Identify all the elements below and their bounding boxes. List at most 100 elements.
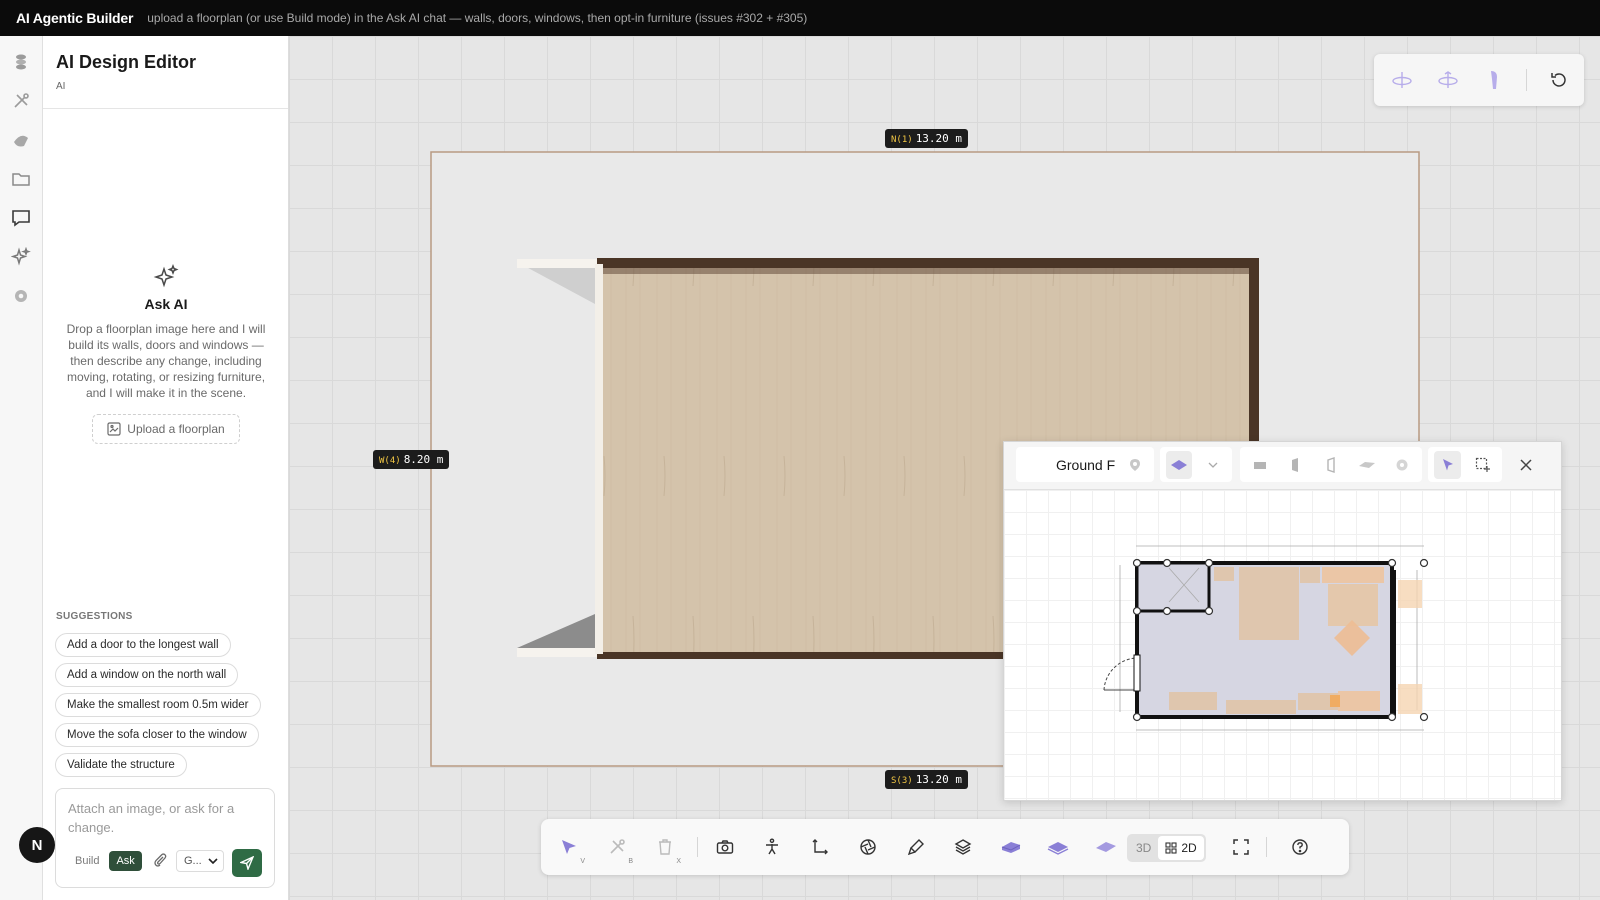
chat-icon[interactable] bbox=[10, 207, 32, 229]
close-icon[interactable] bbox=[1513, 452, 1539, 478]
window-tool-icon[interactable] bbox=[1317, 451, 1345, 479]
help-button[interactable] bbox=[1286, 833, 1314, 861]
view-3d-button[interactable]: 3D bbox=[1129, 836, 1158, 860]
ask-ai-heading: Ask AI bbox=[144, 296, 188, 312]
pin-group bbox=[1116, 447, 1154, 482]
suggestion-chip[interactable]: Validate the structure bbox=[55, 753, 187, 777]
bottom-toolbar: V B X 3D 2D bbox=[541, 819, 1349, 875]
divider bbox=[1526, 69, 1527, 91]
floorplan-drawing bbox=[1103, 545, 1429, 731]
camera-icon bbox=[716, 840, 734, 854]
paint-icon bbox=[907, 839, 924, 856]
sparkle-icon[interactable] bbox=[10, 246, 32, 268]
walk-mode-button[interactable] bbox=[758, 833, 786, 861]
scene-viewport[interactable]: N(1) 13.20 m W(4) 8.20 m S(3) 13.20 m Groun… bbox=[289, 36, 1600, 900]
stack-icon bbox=[1047, 842, 1069, 855]
measure-button[interactable] bbox=[806, 833, 834, 861]
porch-wall bbox=[517, 648, 597, 657]
sidebar-title: AI Design Editor bbox=[56, 52, 197, 72]
west-dimension-label: W(4) 8.20 m bbox=[373, 450, 450, 469]
sidebar-header: AI Design Editor AI bbox=[43, 36, 288, 109]
aperture-icon bbox=[860, 839, 876, 855]
sidebar-subtitle: AI bbox=[56, 81, 66, 92]
layers-button[interactable] bbox=[949, 833, 977, 861]
floorplan-panel-toolbar: Ground Floor bbox=[1004, 442, 1561, 490]
chat-input[interactable]: Attach an image, or ask for a change. bbox=[68, 799, 258, 837]
upload-floorplan-label: Upload a floorplan bbox=[127, 422, 225, 436]
plane-icon bbox=[1096, 842, 1116, 852]
box-select-icon[interactable] bbox=[1469, 451, 1496, 479]
chevron-down-icon bbox=[208, 858, 218, 864]
dimension-key: N(1) bbox=[891, 135, 913, 145]
suggestion-chip[interactable]: Add a door to the longest wall bbox=[55, 633, 231, 657]
person-icon bbox=[766, 838, 778, 855]
dimension-value: 13.20 m bbox=[915, 132, 963, 145]
ask-ai-empty-state: Ask AI Drop a floorplan image here and I… bbox=[43, 264, 289, 444]
shortcut-key: X bbox=[676, 858, 681, 865]
grid-icon bbox=[1165, 842, 1177, 854]
build-mode-button[interactable]: Build bbox=[68, 851, 106, 871]
fullscreen-button[interactable] bbox=[1227, 833, 1255, 861]
icon-rail bbox=[0, 36, 43, 900]
dimension-value: 13.20 m bbox=[915, 773, 963, 786]
delete-tool-button[interactable]: X bbox=[651, 833, 681, 865]
build-tool-button[interactable]: B bbox=[603, 833, 633, 865]
camera-controls bbox=[1374, 54, 1584, 106]
west-wall-top bbox=[595, 264, 603, 654]
box-icon[interactable] bbox=[10, 51, 32, 73]
suggestion-chip[interactable]: Make the smallest room 0.5m wider bbox=[55, 693, 261, 717]
send-icon bbox=[240, 856, 254, 870]
view-2d-label: 2D bbox=[1181, 841, 1197, 855]
view-2d-button[interactable]: 2D bbox=[1158, 836, 1204, 860]
settings-icon[interactable] bbox=[10, 285, 32, 307]
chevron-down-icon[interactable] bbox=[1200, 451, 1226, 479]
pin-icon[interactable] bbox=[1121, 451, 1149, 479]
floorplan-2d-view[interactable] bbox=[1004, 490, 1561, 800]
suggestion-chip[interactable]: Move the sofa closer to the window bbox=[55, 723, 259, 747]
plane-view-button[interactable] bbox=[1092, 833, 1120, 861]
floor-view-button[interactable] bbox=[997, 833, 1025, 861]
slab-tool-icon[interactable] bbox=[1353, 451, 1381, 479]
attach-icon[interactable] bbox=[152, 852, 170, 870]
cursor-icon bbox=[562, 840, 576, 854]
paint-button[interactable] bbox=[902, 833, 930, 861]
orbit-left-icon[interactable] bbox=[1388, 66, 1416, 94]
wall-tool-icon[interactable] bbox=[1246, 451, 1274, 479]
model-select[interactable]: G... bbox=[176, 850, 224, 872]
door-tool-icon[interactable] bbox=[1282, 451, 1310, 479]
dimension-key: W(4) bbox=[379, 456, 401, 466]
person-view-icon[interactable] bbox=[1480, 66, 1508, 94]
layers-icon bbox=[954, 839, 972, 855]
header-hint: upload a floorplan (or use Build mode) i… bbox=[147, 11, 808, 25]
south-dimension-label: S(3) 13.20 m bbox=[885, 770, 969, 789]
mode-toggle: Build Ask bbox=[68, 851, 142, 871]
upload-floorplan-button[interactable]: Upload a floorplan bbox=[92, 414, 240, 444]
floorplan-panel[interactable]: Ground Floor bbox=[1003, 441, 1562, 801]
furniture-tool-icon[interactable] bbox=[1388, 451, 1416, 479]
help-icon bbox=[1292, 839, 1308, 855]
send-button[interactable] bbox=[232, 849, 262, 877]
stack-view-button[interactable] bbox=[1044, 833, 1072, 861]
aperture-button[interactable] bbox=[854, 833, 882, 861]
fullscreen-icon bbox=[1233, 839, 1249, 855]
floor-mode-group bbox=[1160, 447, 1232, 482]
folder-icon[interactable] bbox=[10, 168, 32, 190]
axis-icon bbox=[812, 839, 828, 855]
tools-icon[interactable] bbox=[10, 90, 32, 112]
orbit-right-icon[interactable] bbox=[1434, 66, 1462, 94]
selection-tools-group bbox=[1428, 447, 1502, 482]
reset-icon[interactable] bbox=[1545, 66, 1573, 94]
select-tool-button[interactable]: V bbox=[555, 833, 585, 865]
cursor-icon[interactable] bbox=[1434, 450, 1461, 479]
model-select-value: G... bbox=[184, 855, 202, 867]
floor-slab-icon bbox=[1001, 842, 1021, 853]
north-wall-shadow bbox=[603, 268, 1249, 274]
floor-layer-icon[interactable] bbox=[1166, 450, 1192, 479]
shapes-icon[interactable] bbox=[10, 129, 32, 151]
camera-button[interactable] bbox=[711, 833, 739, 861]
suggestion-chip[interactable]: Add a window on the north wall bbox=[55, 663, 239, 687]
user-avatar[interactable]: N bbox=[19, 827, 55, 863]
suggestions-heading: SUGGESTIONS bbox=[56, 611, 133, 622]
app-title: AI Agentic Builder bbox=[16, 10, 134, 26]
ask-mode-button[interactable]: Ask bbox=[109, 851, 142, 871]
